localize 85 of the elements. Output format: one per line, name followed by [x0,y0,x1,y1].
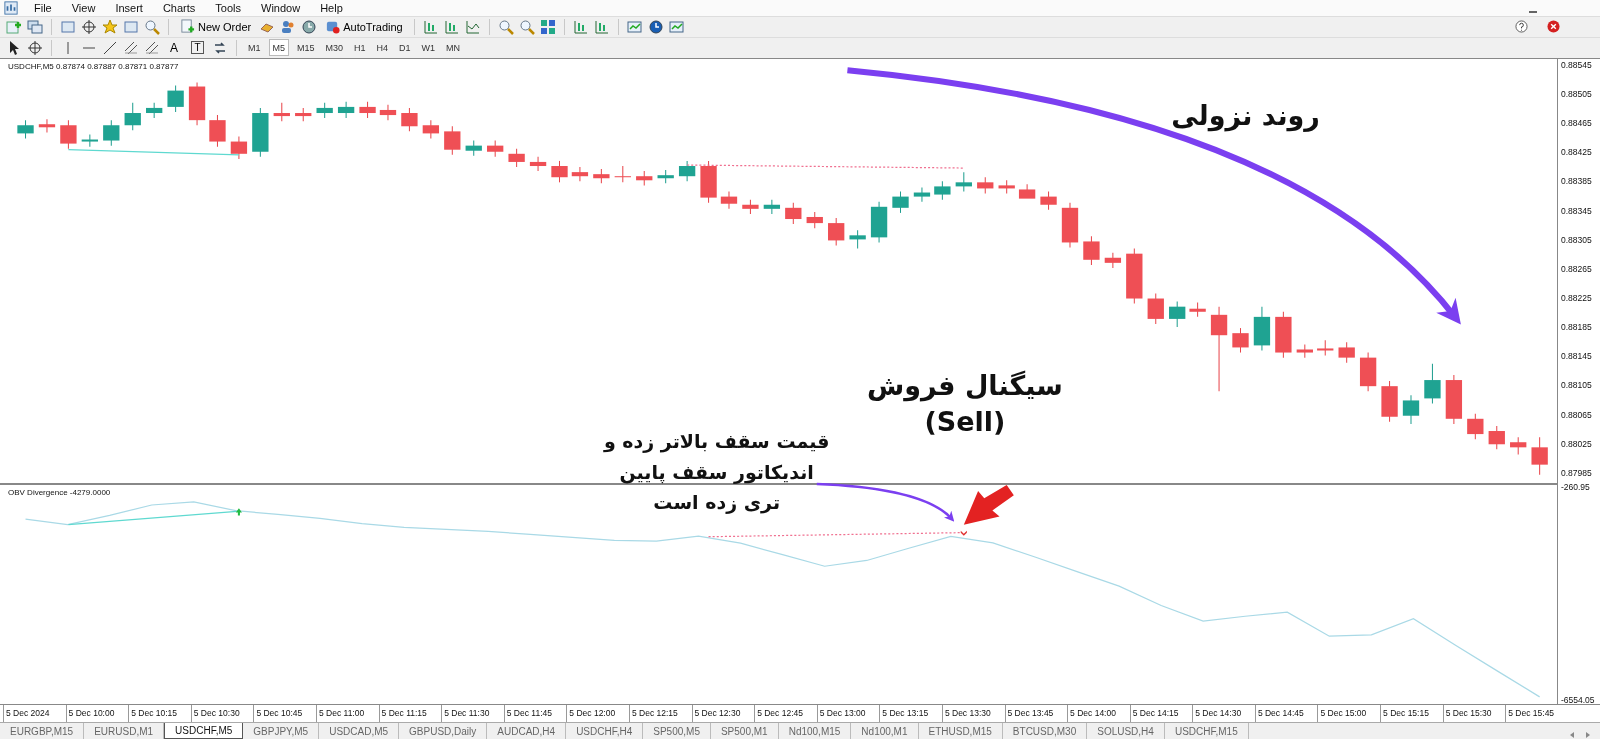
price-label: 0.88065 [1561,408,1592,421]
indicator-header: OBV Divergence -4279.0000 [8,487,111,497]
chart-tab[interactable]: USDCHF,M15 [1164,723,1249,739]
chart-tab[interactable]: EURGBP,M15 [0,723,85,739]
chart-tab[interactable]: USDCAD,M5 [319,723,400,739]
text-tool[interactable]: A [165,40,183,55]
indicator-scale-label: -6554.05 [1561,694,1595,706]
price-label: 0.88225 [1561,292,1592,305]
timeframe-button[interactable]: H1 [351,39,369,57]
time-label: 5 Dec 15:15 [1380,705,1443,722]
menu-item[interactable]: Tools [205,2,251,14]
time-label: 5 Dec 11:15 [378,705,442,722]
time-label: 5 Dec 14:30 [1192,705,1255,722]
time-label: 5 Dec 13:45 [1004,705,1068,722]
chart-tab[interactable]: USDCHF,M5 [164,723,244,739]
time-label: 5 Dec 12:00 [566,705,629,722]
time-label: 5 Dec 14:45 [1254,705,1318,722]
chart-tab[interactable]: SP500,M5 [643,723,711,739]
price-label: 0.88385 [1561,175,1592,188]
menu-item[interactable]: File [24,2,62,14]
indicator-scale-label: -260.95 [1561,481,1590,493]
timeframe-button[interactable]: M30 [322,39,347,57]
timeframe-button[interactable]: M15 [294,39,318,57]
price-label: 0.87985 [1561,466,1592,479]
timeframe-button[interactable]: M5 [268,39,290,57]
chart-tab[interactable]: SOLUSD,H4 [1087,723,1165,739]
chart-tab[interactable]: USDCHF,H4 [566,723,644,739]
time-label: 5 Dec 15:00 [1317,705,1381,722]
chart-header: USDCHF,M5 0.87874 0.87887 0.87871 0.87877 [8,61,179,71]
time-label: 5 Dec 11:30 [441,705,504,722]
price-label: 0.88265 [1561,262,1592,275]
timeframe-button[interactable]: D1 [396,39,414,57]
time-label: 5 Dec 12:45 [754,705,817,722]
time-label: 5 Dec 13:15 [879,705,942,722]
timeframe-button[interactable]: W1 [418,39,439,57]
chart-tab[interactable]: AUDCAD,H4 [487,723,567,739]
price-label: 0.88105 [1561,379,1592,392]
time-label: 5 Dec 12:15 [628,705,692,722]
chart-tab[interactable]: BTCUSD,M30 [1002,723,1088,739]
time-label: 5 Dec 14:15 [1129,705,1193,722]
autotrading-button[interactable]: AutoTrading [322,17,406,36]
time-label: 5 Dec 12:30 [691,705,755,722]
timeframe-button[interactable]: M1 [245,39,264,57]
time-label: 5 Dec 13:30 [941,705,1005,722]
note-text: قیمت سقف بالاتر زده و [603,430,830,453]
time-label: 5 Dec 2024 [3,705,66,722]
chart-tab[interactable]: Nd100,M15 [778,723,852,739]
timeframe-button[interactable]: MN [443,39,464,57]
time-label: 5 Dec 10:30 [190,705,254,722]
price-label: 0.88145 [1561,350,1592,363]
signal-label: (Sell) [924,405,1006,437]
time-label: 5 Dec 10:15 [128,705,191,722]
chart-tab[interactable]: GBPUSD,Daily [399,723,488,739]
price-label: 0.88425 [1561,146,1592,159]
signal-label: سیگنال فروش [866,369,1063,401]
chart-tab[interactable]: SP500,M1 [710,723,779,739]
menu-item[interactable]: Charts [152,2,206,14]
new-order-button[interactable]: New Order [177,17,255,36]
time-label: 5 Dec 15:45 [1505,705,1568,722]
menu-item[interactable]: Window [251,2,311,14]
menu-item[interactable]: Help [310,2,353,14]
chart-tab[interactable]: Nd100,M1 [851,723,919,739]
note-text: اندیکاتور سقف پایین [619,460,814,483]
text-label-tool[interactable]: T [191,41,204,55]
price-label: 0.88545 [1561,58,1592,71]
price-label: 0.88505 [1561,88,1592,101]
price-label: 0.88185 [1561,321,1592,334]
trend-label: روند نزولی [1171,99,1320,131]
timeframe-button[interactable]: H4 [373,39,392,57]
price-label: 0.88465 [1561,117,1592,130]
time-label: 5 Dec 10:00 [65,705,129,722]
time-label: 5 Dec 13:00 [816,705,880,722]
time-label: 5 Dec 15:30 [1442,705,1506,722]
time-label: 5 Dec 14:00 [1067,705,1130,722]
menu-item[interactable]: Insert [105,2,153,14]
time-label: 5 Dec 10:45 [253,705,316,722]
price-label: 0.88345 [1561,204,1592,217]
price-label: 0.88025 [1561,437,1592,450]
chart-tab[interactable]: ETHUSD,M15 [918,723,1003,739]
note-text: تری زده است [653,491,781,514]
menu-item[interactable]: View [61,2,106,14]
price-label: 0.88305 [1561,233,1592,246]
time-label: 5 Dec 11:00 [315,705,379,722]
time-label: 5 Dec 11:45 [503,705,567,722]
chart-tab[interactable]: GBPJPY,M5 [243,723,320,739]
